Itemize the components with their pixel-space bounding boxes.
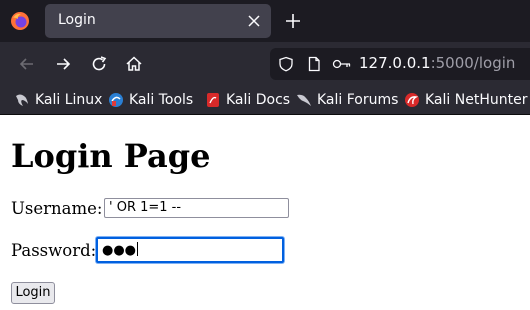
password-label: Password: [11,241,97,260]
tab-title: Login [58,12,96,28]
bookmark-kali-docs[interactable]: Kali Docs [205,90,290,110]
forward-icon[interactable] [53,54,73,74]
firefox-icon[interactable] [10,11,30,31]
username-label: Username: [11,199,103,218]
username-field[interactable]: ' OR 1=1 -- [104,198,289,218]
login-button[interactable]: Login [11,282,55,304]
bookmark-label: Kali Docs [226,92,291,108]
bookmark-kali-linux[interactable]: Kali Linux [14,90,102,110]
password-value: ●●● [102,243,137,258]
url-bar[interactable]: 127.0.0.1:5000/login [270,48,530,80]
back-icon[interactable] [17,54,37,74]
bookmark-label: Kali NetHunter [425,92,528,108]
shield-icon[interactable] [278,56,294,72]
tab-login[interactable]: Login [45,4,271,38]
key-icon[interactable] [332,56,352,72]
reload-icon[interactable] [89,54,109,74]
text-caret [137,242,139,256]
kali-forums-icon [297,94,311,106]
bookmark-label: Kali Forums [317,92,399,108]
nav-toolbar: 127.0.0.1:5000/login [0,42,530,86]
page-content: Login Page Username: ' OR 1=1 -- Passwor… [0,115,530,310]
kali-dragon-icon [16,94,28,106]
kali-tools-icon [109,93,123,107]
bookmarks-toolbar: Kali Linux Kali Tools Kali Docs Kali For… [0,86,530,115]
bookmark-kali-tools[interactable]: Kali Tools [108,90,193,110]
kali-nethunter-icon [405,93,419,107]
page-icon[interactable] [306,56,322,72]
new-tab-icon[interactable] [283,11,303,31]
url-path: :5000/login [430,54,516,72]
password-field[interactable]: ●●● [96,237,284,263]
home-icon[interactable] [124,54,144,74]
bookmark-kali-forums[interactable]: Kali Forums [296,90,398,110]
bookmark-kali-nethunter[interactable]: Kali NetHunter [404,90,527,110]
kali-docs-icon [207,93,219,107]
url-host: 127.0.0.1 [359,54,431,72]
close-icon[interactable] [244,11,264,31]
bookmark-label: Kali Tools [129,92,194,108]
tab-bar: Login [0,0,530,42]
page-title: Login Page [11,137,211,175]
url-text[interactable]: 127.0.0.1:5000/login [359,54,515,72]
bookmark-label: Kali Linux [35,92,103,108]
